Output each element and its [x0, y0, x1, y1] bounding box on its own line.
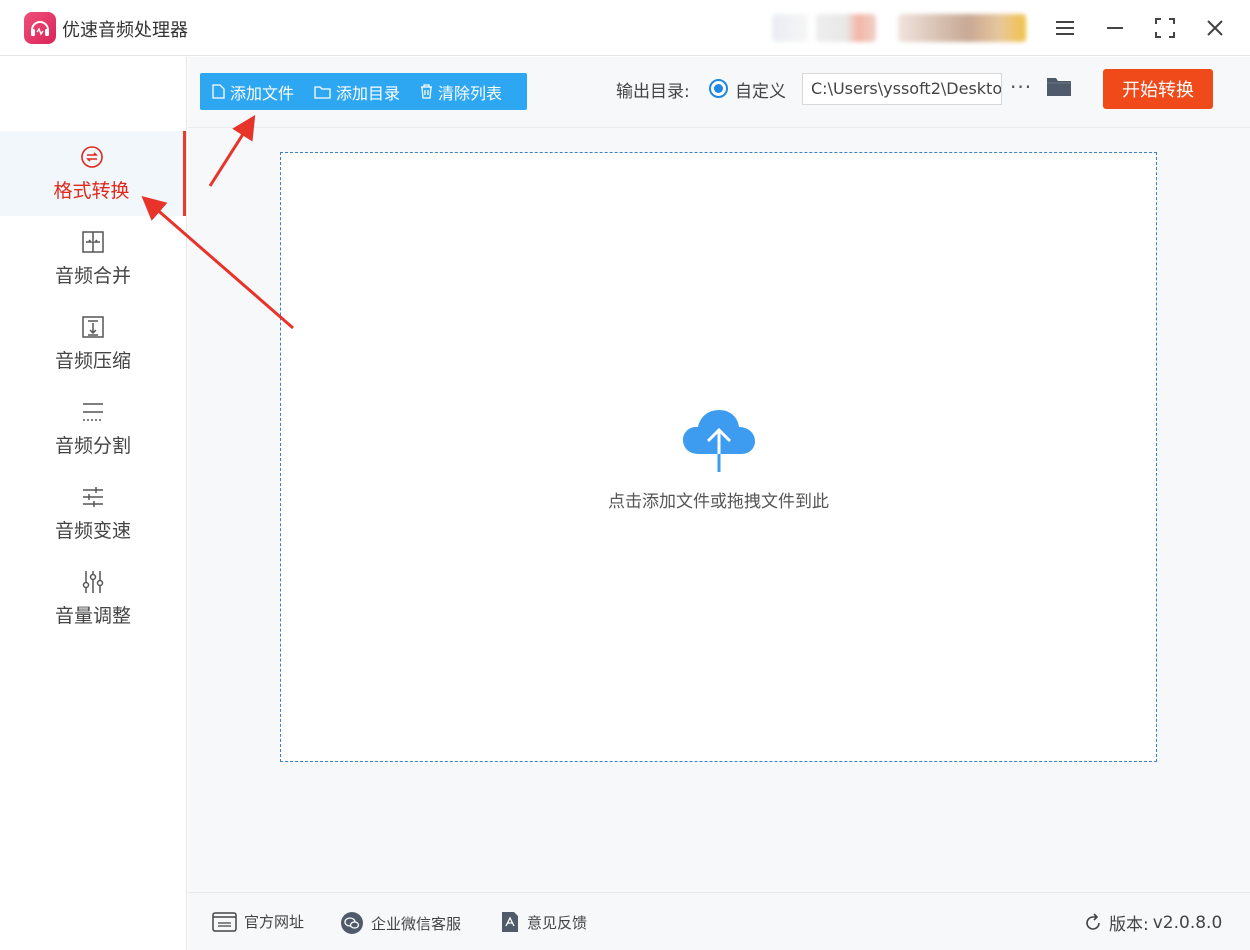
- feedback-label: 意见反馈: [527, 913, 588, 932]
- menu-button[interactable]: [1049, 12, 1081, 44]
- feedback-link[interactable]: 意见反馈: [500, 911, 587, 933]
- wechat-icon: [341, 912, 363, 934]
- app-title: 优速音频处理器: [62, 20, 188, 41]
- version-info: 版本: v2.0.8.0: [1083, 910, 1222, 935]
- close-button[interactable]: [1199, 12, 1231, 44]
- start-convert-button[interactable]: 开始转换: [1103, 69, 1213, 109]
- obscured-area: [772, 14, 808, 42]
- merge-icon: [82, 231, 104, 253]
- official-website-label: 官方网址: [244, 913, 305, 931]
- sidebar-item-label: 音频合并: [54, 265, 131, 287]
- toolbar-divider: [188, 127, 1250, 128]
- volume-icon: [82, 571, 104, 593]
- drop-hint-text: 点击添加文件或拖拽文件到此: [608, 492, 829, 512]
- sidebar-item-audio-merge[interactable]: 音频合并: [0, 216, 186, 301]
- output-path-input[interactable]: C:\Users\yssoft2\Deskto: [802, 73, 1002, 105]
- website-icon: [212, 911, 237, 932]
- minimize-button[interactable]: [1099, 12, 1131, 44]
- split-icon: [83, 403, 103, 421]
- app-logo-icon: [24, 12, 56, 44]
- sidebar-item-label: 音量调整: [54, 605, 131, 627]
- file-drop-zone[interactable]: 点击添加文件或拖拽文件到此: [280, 152, 1157, 762]
- menu-icon: [1056, 21, 1074, 35]
- compress-icon: [82, 316, 104, 338]
- trash-icon: [421, 84, 433, 99]
- maximize-icon: [1155, 18, 1175, 38]
- more-options-button[interactable]: ···: [1010, 75, 1032, 99]
- output-path-value: C:\Users\yssoft2\Deskto: [811, 79, 1002, 98]
- folder-open-icon: [1047, 78, 1071, 96]
- output-dir-label: 输出目录:: [616, 82, 690, 102]
- feedback-icon: [502, 912, 518, 932]
- version-label: 版本:: [1109, 915, 1149, 935]
- version-value: v2.0.8.0: [1152, 912, 1223, 933]
- custom-output-label[interactable]: 自定义: [735, 77, 786, 102]
- folder-icon: [314, 85, 331, 99]
- sidebar-item-audio-speed[interactable]: 音频变速: [0, 471, 186, 556]
- file-icon: [212, 84, 225, 99]
- file-toolbar: 添加文件 添加目录 清除列表: [200, 73, 527, 110]
- main-panel: 添加文件 添加目录 清除列表 输出目录: 自定义 C:\Users\yssoft…: [188, 57, 1250, 950]
- minimize-icon: [1107, 27, 1123, 29]
- add-file-label: 添加文件: [230, 83, 295, 103]
- convert-icon: [80, 146, 103, 168]
- sidebar-item-format-convert[interactable]: 格式转换: [0, 131, 186, 216]
- add-directory-label: 添加目录: [336, 83, 401, 103]
- official-website-link[interactable]: 官方网址: [212, 911, 304, 932]
- add-file-button[interactable]: 添加文件: [212, 80, 294, 104]
- open-folder-button[interactable]: [1046, 75, 1072, 101]
- clear-list-label: 清除列表: [438, 83, 503, 103]
- sidebar-item-audio-split[interactable]: 音频分割: [0, 386, 186, 471]
- custom-output-radio[interactable]: [709, 79, 728, 98]
- sidebar-item-audio-compress[interactable]: 音频压缩: [0, 301, 186, 386]
- wechat-service-link[interactable]: 企业微信客服: [340, 911, 461, 935]
- obscured-area: [898, 14, 1026, 42]
- close-icon: [1207, 20, 1223, 36]
- sidebar-item-label: 音频变速: [54, 520, 131, 542]
- speed-icon: [83, 487, 103, 507]
- footer-bar: 官方网址 企业微信客服 意见反馈 版本: v2.0.8.0: [188, 892, 1250, 950]
- add-directory-button[interactable]: 添加目录: [314, 80, 400, 104]
- sidebar-item-label: 格式转换: [53, 180, 130, 202]
- cloud-upload-icon: [683, 410, 755, 472]
- refresh-icon: [1086, 912, 1100, 930]
- wechat-service-label: 企业微信客服: [371, 914, 462, 933]
- title-bar: 优速音频处理器: [0, 0, 1250, 56]
- sidebar-item-label: 音频压缩: [54, 350, 131, 372]
- sidebar-item-label: 音频分割: [54, 435, 131, 457]
- sidebar-item-volume-adjust[interactable]: 音量调整: [0, 556, 186, 641]
- maximize-button[interactable]: [1149, 12, 1181, 44]
- clear-list-button[interactable]: 清除列表: [420, 80, 502, 104]
- sidebar: 格式转换 音频合并 音频压缩 音频分割 音频变速 音量调整: [0, 57, 187, 950]
- obscured-area: [816, 14, 876, 42]
